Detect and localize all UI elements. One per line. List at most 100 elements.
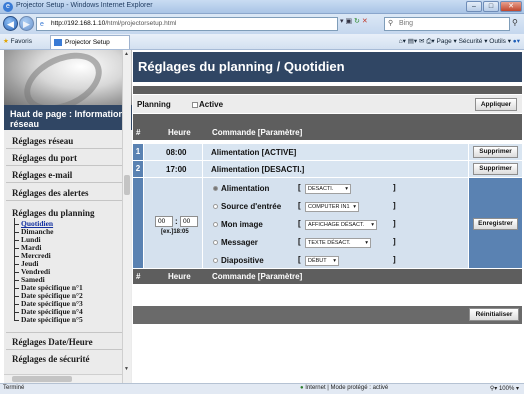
option-label: Source d'entrée	[221, 202, 282, 211]
row-command: Alimentation [ACTIVE]	[211, 148, 297, 157]
sidebar-scrollbar[interactable]: ▲ ▼	[122, 50, 131, 383]
reset-button[interactable]: Réinitialiser	[469, 308, 519, 321]
ie-logo-icon: e	[3, 2, 13, 12]
my-image-select[interactable]: AFFICHAGE DÉSACT. ▾	[305, 220, 377, 230]
bracket: ]	[393, 255, 396, 264]
command-bar[interactable]: ⌂▾ ▤▾ ✉ ⎙▾ Page ▾ Sécurité ▾ Outils ▾ ●▾	[399, 37, 520, 46]
tab-label: Projector Setup	[65, 39, 110, 46]
minimize-button[interactable]: –	[466, 1, 482, 12]
sidebar-item-datetime[interactable]: Réglages Date/Heure	[12, 337, 93, 347]
browser-tab[interactable]: Projector Setup	[50, 35, 130, 49]
delete-button[interactable]: Supprimer	[473, 146, 518, 158]
bracket: [	[298, 219, 301, 228]
zoom-icon: ⚲▾	[489, 386, 498, 392]
favorites-bar: ★ Favoris Projector Setup ⌂▾ ▤▾ ✉ ⎙▾ Pag…	[0, 34, 524, 50]
delete-button[interactable]: Supprimer	[473, 163, 518, 175]
divider	[6, 332, 128, 333]
power-select[interactable]: DESACTI. ▾	[305, 184, 351, 194]
radio-my-image[interactable]	[213, 222, 218, 227]
search-input[interactable]: ⚲ Bing	[384, 17, 510, 31]
bracket: ]	[393, 237, 396, 246]
favorites-label: Favoris	[10, 38, 32, 45]
refresh-icon[interactable]: ↻	[354, 18, 360, 25]
page-content: Haut de page : Informations réseau Régla…	[0, 50, 524, 383]
minute-input[interactable]: 00	[180, 216, 198, 227]
apply-button[interactable]: Appliquer	[475, 98, 517, 111]
col-command-footer: Commande [Paramètre]	[212, 272, 303, 281]
sidebar-home-link[interactable]: Haut de page : Informations réseau	[4, 105, 132, 130]
bracket: [	[298, 201, 301, 210]
sidebar-item-email[interactable]: Réglages e-mail	[12, 170, 72, 180]
main-panel: Réglages du planning / Quotidien Plannin…	[133, 50, 524, 383]
option-label: Alimentation	[221, 184, 270, 193]
address-toolbar: ◀ ▶ e http://192.168.1.10/html/projector…	[0, 14, 524, 34]
hour-input[interactable]: 00	[155, 216, 173, 227]
row-command: Alimentation [DESACTI.]	[211, 165, 305, 174]
bracket: [	[298, 183, 301, 192]
feeds-icon[interactable]: ▤▾	[408, 38, 417, 45]
favorites-button[interactable]: ★ Favoris	[3, 37, 32, 45]
row-time: 08:00	[166, 148, 187, 157]
print-icon[interactable]: ⎙▾	[426, 38, 434, 45]
scroll-thumb[interactable]	[124, 175, 130, 195]
active-label: Active	[199, 100, 224, 109]
star-icon: ★	[3, 38, 9, 45]
address-tools: ▾ ▣ ↻ ✕	[340, 17, 368, 25]
forward-button[interactable]: ▶	[19, 16, 34, 31]
sidebar-sub-date-5[interactable]: Date spécifique n°5	[14, 314, 83, 324]
h-scroll-thumb[interactable]	[12, 376, 72, 382]
divider	[6, 182, 128, 183]
page-icon: e	[40, 21, 44, 28]
radio-messenger[interactable]	[213, 240, 218, 245]
radio-slideshow[interactable]	[213, 258, 218, 263]
tab-page-icon	[54, 39, 62, 46]
divider	[6, 349, 128, 350]
sidebar-item-port[interactable]: Réglages du port	[12, 153, 77, 163]
option-label: Messager	[221, 238, 258, 247]
divider	[6, 148, 128, 149]
address-field[interactable]: e http://192.168.1.10/html/projectorsetu…	[36, 17, 338, 31]
back-button[interactable]: ◀	[3, 16, 18, 31]
col-time-header: Heure	[168, 128, 191, 137]
divider	[6, 200, 128, 201]
radio-power[interactable]	[213, 186, 218, 191]
globe-icon: ●	[300, 385, 304, 391]
active-checkbox[interactable]	[192, 102, 198, 108]
home-icon[interactable]: ⌂▾	[399, 38, 406, 45]
sidebar-item-schedule[interactable]: Réglages du planning	[12, 208, 95, 218]
status-bar: Terminé ● Internet | Mode protégé : acti…	[0, 383, 524, 394]
input-source-select[interactable]: COMPUTER IN1 ▾	[305, 202, 359, 212]
bracket: [	[298, 255, 301, 264]
stop-icon[interactable]: ✕	[362, 18, 368, 25]
security-zone[interactable]: ● Internet | Mode protégé : activé	[300, 385, 388, 391]
sidebar-item-network[interactable]: Réglages réseau	[12, 136, 73, 146]
dropdown-arrow-icon[interactable]: ▾	[340, 18, 344, 25]
row-time: 17:00	[166, 165, 187, 174]
reset-bar	[133, 306, 522, 324]
mail-icon[interactable]: ✉	[419, 38, 424, 45]
messenger-select[interactable]: TEXTE DÉSACT. ▾	[305, 238, 371, 248]
scroll-up-icon[interactable]: ▲	[124, 51, 129, 57]
brand-logo	[4, 50, 132, 105]
zoom-control[interactable]: ⚲▾ 100% ▾	[490, 385, 519, 392]
col-num-header: #	[136, 128, 141, 137]
table-footer-header	[133, 269, 522, 284]
command-menu[interactable]: Page ▾ Sécurité ▾ Outils ▾	[437, 38, 511, 45]
sidebar-h-scrollbar[interactable]	[4, 374, 122, 383]
search-go-icon[interactable]: ⚲	[512, 18, 518, 27]
scroll-down-icon[interactable]: ▼	[124, 366, 129, 372]
help-icon[interactable]: ●▾	[513, 38, 520, 45]
sidebar-item-alerts[interactable]: Réglages des alertes	[12, 188, 88, 198]
compat-icon[interactable]: ▣	[345, 18, 352, 25]
option-label: Diapositive	[221, 256, 264, 265]
slideshow-select[interactable]: DÉBUT ▾	[305, 256, 339, 266]
close-window-button[interactable]: ✕	[500, 1, 522, 12]
radio-input-source[interactable]	[213, 204, 218, 209]
sidebar-item-security[interactable]: Réglages de sécurité	[12, 354, 89, 364]
status-text: Terminé	[3, 385, 25, 391]
new-row-marker	[133, 178, 143, 268]
bracket: [	[298, 237, 301, 246]
maximize-button[interactable]: □	[483, 1, 499, 12]
time-example: [ex.]18:05	[161, 229, 189, 235]
register-button[interactable]: Enregistrer	[473, 218, 518, 230]
